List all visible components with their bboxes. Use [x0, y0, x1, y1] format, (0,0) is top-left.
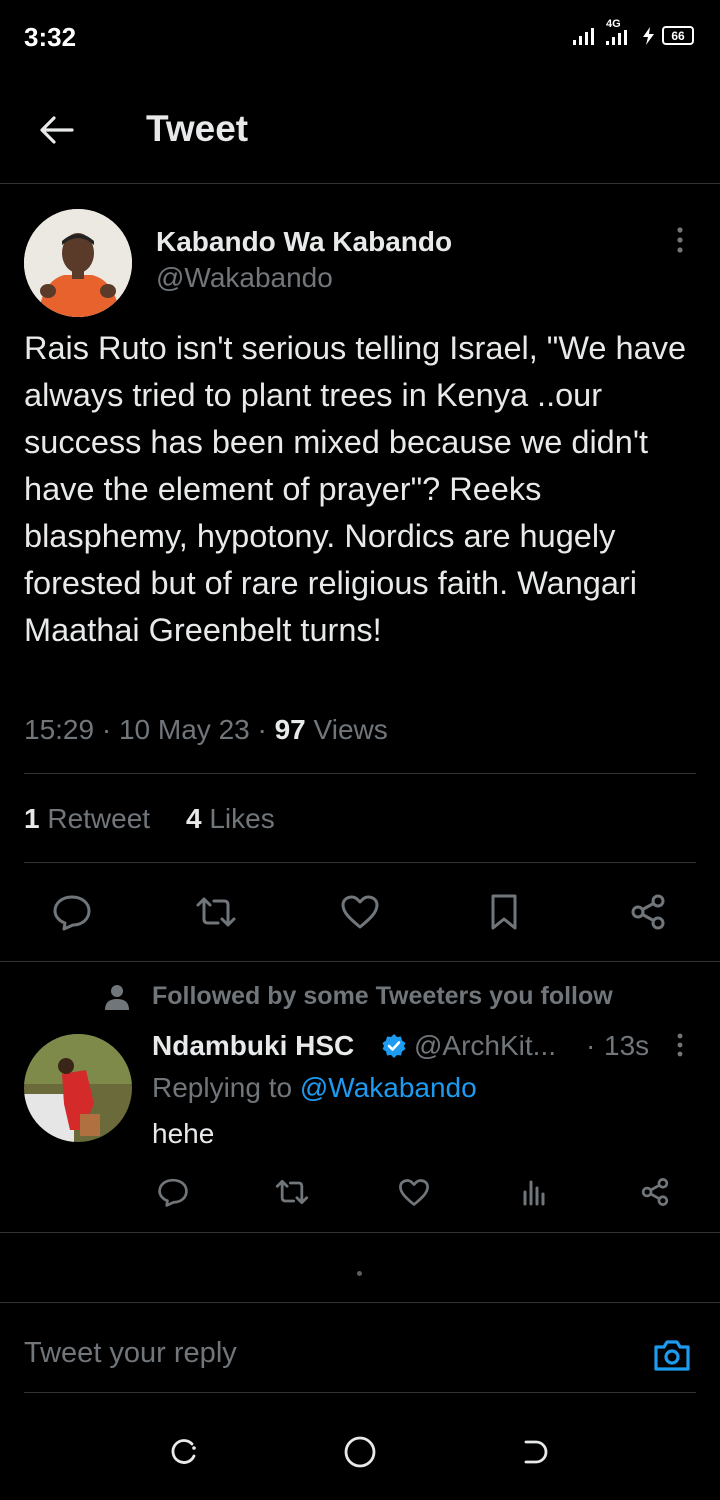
divider — [0, 1232, 720, 1233]
reply-composer-input[interactable]: Tweet your reply — [24, 1337, 624, 1370]
more-vertical-icon — [677, 227, 683, 253]
author-name[interactable]: Kabando Wa Kabando — [156, 226, 452, 258]
reply-dot: · — [586, 1030, 596, 1061]
heart-icon — [399, 1178, 429, 1206]
page-title: Tweet — [146, 108, 249, 149]
retweets-stat[interactable]: 1 Retweet — [24, 803, 150, 835]
reply-like-button[interactable] — [393, 1172, 435, 1212]
nav-home-button[interactable] — [336, 1428, 384, 1476]
person-icon — [104, 983, 130, 1011]
charging-icon — [641, 26, 657, 46]
social-context: Followed by some Tweeters you follow — [152, 982, 613, 1010]
views-label: Views — [313, 714, 388, 745]
replying-to-line: Replying to @Wakabando — [152, 1072, 477, 1104]
battery-icon: 66 — [662, 26, 694, 45]
verified-badge-icon — [381, 1033, 407, 1059]
likes-count: 4 — [186, 803, 202, 834]
replying-to-link[interactable]: @Wakabando — [300, 1072, 477, 1103]
divider — [24, 862, 696, 863]
home-circle-icon — [344, 1436, 376, 1468]
more-vertical-icon — [677, 1033, 683, 1057]
author-handle[interactable]: @Wakabando — [156, 262, 333, 294]
retweet-icon — [275, 1179, 309, 1205]
signal-icon — [573, 26, 597, 46]
back-button[interactable] — [30, 106, 82, 154]
share-icon — [641, 1178, 669, 1206]
replying-label: Replying to — [152, 1072, 293, 1103]
reply-author-name[interactable]: Ndambuki HSC — [152, 1030, 354, 1062]
reply-retweet-button[interactable] — [270, 1172, 314, 1212]
camera-button[interactable] — [646, 1332, 698, 1378]
battery-level: 66 — [671, 28, 685, 43]
reply-icon — [158, 1178, 188, 1207]
reply-icon — [53, 895, 91, 931]
tweet-text: Rais Ruto isn't serious telling Israel, … — [24, 330, 687, 648]
header-divider — [0, 183, 720, 184]
divider — [24, 1392, 696, 1393]
status-time: 3:32 — [24, 22, 77, 52]
views-count: 97 — [274, 714, 306, 745]
reply-time: 13s — [604, 1030, 650, 1061]
reply-more-options-button[interactable] — [666, 1028, 694, 1062]
author-avatar[interactable] — [24, 209, 132, 317]
likes-stat[interactable]: 4 Likes — [186, 803, 275, 835]
divider — [0, 1302, 720, 1303]
reply-button[interactable] — [46, 888, 98, 936]
share-button[interactable] — [622, 888, 674, 936]
back-arrow-icon — [40, 116, 74, 144]
reply-analytics-button[interactable] — [514, 1172, 556, 1212]
share-icon — [631, 894, 665, 930]
divider — [24, 773, 696, 774]
retweet-button[interactable] — [190, 888, 242, 936]
nav-recents-button[interactable] — [160, 1428, 208, 1476]
reply-text: hehe — [152, 1118, 215, 1149]
more-options-button[interactable] — [664, 222, 696, 258]
reply-share-button[interactable] — [634, 1172, 676, 1212]
tweet-meta: 15:29 · 10 May 23 · 97 Views — [24, 714, 388, 745]
loading-indicator — [357, 1271, 362, 1276]
bookmark-button[interactable] — [478, 888, 530, 936]
recents-icon — [171, 1439, 196, 1464]
tweet-time: 15:29 — [24, 714, 95, 745]
bookmark-icon — [491, 894, 517, 930]
reply-author-handle[interactable]: @ArchKit... — [414, 1030, 556, 1062]
nav-back-button[interactable] — [512, 1428, 560, 1476]
status-bar: 3:32 4G 66 — [0, 0, 720, 72]
network-label: 4G — [606, 18, 621, 30]
camera-icon — [654, 1340, 690, 1371]
likes-label: Likes — [209, 803, 275, 834]
reply-author-avatar[interactable] — [24, 1034, 132, 1142]
retweets-count: 1 — [24, 803, 40, 834]
like-button[interactable] — [334, 888, 386, 936]
reply-reply-button[interactable] — [152, 1172, 194, 1212]
signal-icon-2 — [606, 30, 634, 46]
heart-icon — [341, 895, 379, 929]
retweets-label: Retweet — [47, 803, 151, 834]
retweet-icon — [196, 897, 236, 927]
analytics-icon — [523, 1180, 545, 1206]
divider — [0, 961, 720, 962]
tweet-date: 10 May 23 — [118, 714, 250, 745]
nav-back-icon — [524, 1440, 548, 1464]
